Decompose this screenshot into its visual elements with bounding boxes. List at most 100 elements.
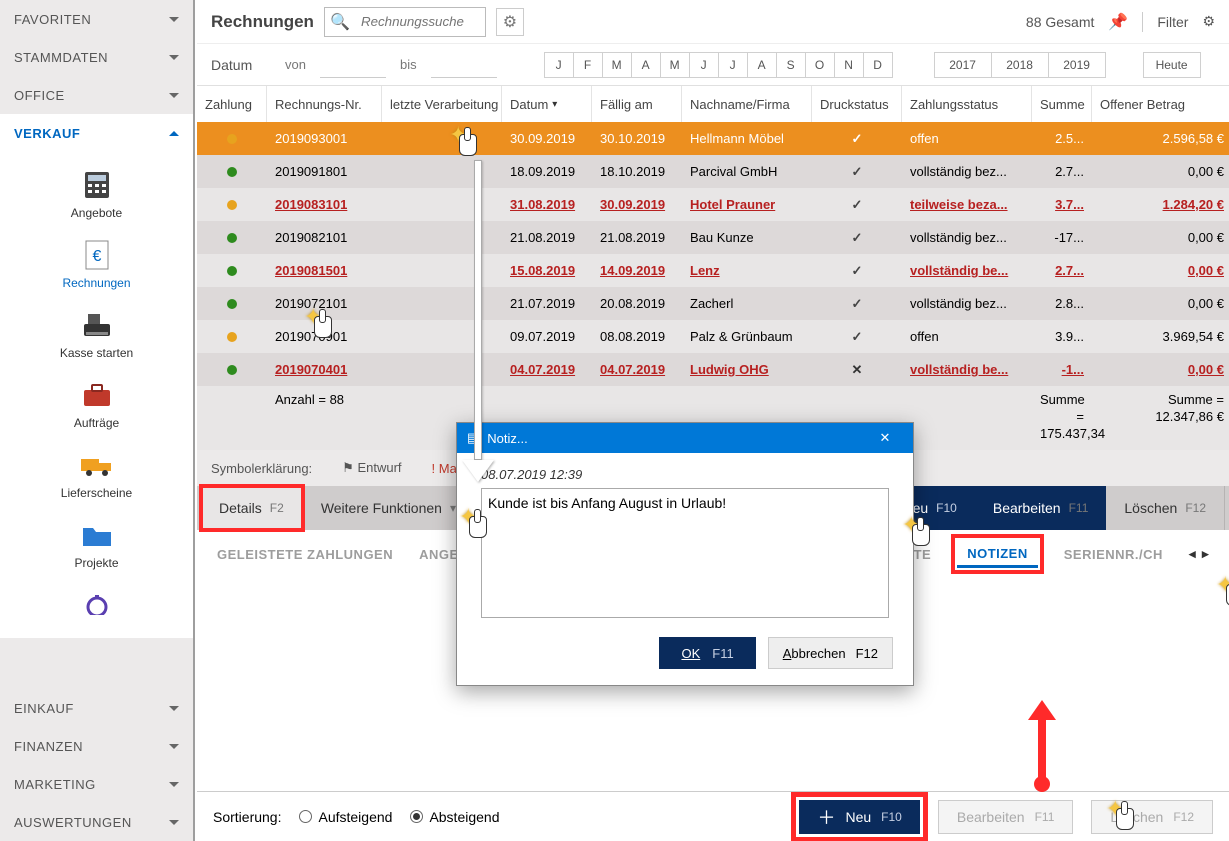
year-button[interactable]: 2018 [991,52,1049,78]
sidebar-item-rechnungen[interactable]: €Rechnungen [0,232,193,296]
month-button[interactable]: A [631,52,661,78]
tab-prev-icon[interactable]: ◂ [1189,546,1196,562]
settings-icon[interactable]: ⚙ [1202,13,1215,30]
note-icon: ▤ [467,430,479,446]
close-icon[interactable]: ✕ [867,430,903,446]
table-row[interactable]: 201907090109.07.201908.08.2019Palz & Grü… [197,320,1229,353]
svg-text:€: € [92,248,101,265]
month-button[interactable]: N [834,52,864,78]
search-box[interactable]: 🔍 [324,7,486,37]
sidebar-einkauf[interactable]: EINKAUF [0,689,193,727]
status-dot [227,167,237,177]
month-button[interactable]: A [747,52,777,78]
dialog-titlebar[interactable]: ▤ Notiz... ✕ [457,423,913,453]
date-from-label: von [285,57,306,72]
chevron-down-icon [169,17,179,22]
details-button[interactable]: DetailsF2 [201,486,303,530]
legend-entwurf: ⚑ Entwurf [342,460,401,476]
today-button[interactable]: Heute [1143,52,1201,78]
tab-next-icon[interactable]: ▸ [1202,546,1209,562]
sidebar-finanzen[interactable]: FINANZEN [0,727,193,765]
table-row[interactable]: 201907040104.07.201904.07.2019Ludwig OHG… [197,353,1229,386]
sum-summe: Summe =175.437,34 [1032,392,1092,443]
chevron-down-icon [169,706,179,711]
date-from-input[interactable] [320,52,386,78]
page-title: Rechnungen [211,12,314,32]
year-button[interactable]: 2017 [934,52,992,78]
column-header[interactable]: Zahlungsstatus [902,86,1032,122]
truck-icon [79,453,115,477]
month-button[interactable]: O [805,52,835,78]
column-header[interactable]: Zahlung [197,86,267,122]
note-dialog: ▤ Notiz... ✕ 08.07.2019 12:39 OKF11 Abbr… [456,422,914,686]
sidebar-marketing[interactable]: MARKETING [0,765,193,803]
column-header[interactable]: Datum [502,86,592,122]
delete-button-top[interactable]: LöschenF12 [1106,486,1225,530]
sort-desc[interactable]: Absteigend [410,809,499,825]
year-button[interactable]: 2019 [1048,52,1106,78]
pin-icon[interactable]: 📌 [1108,12,1128,32]
row-count: Anzahl = 88 [267,392,382,407]
column-header[interactable]: Druckstatus [812,86,902,122]
delete-button-bottom[interactable]: LöschenF12 [1091,800,1213,834]
sidebar-auswertungen[interactable]: AUSWERTUNGEN [0,803,193,841]
date-to-input[interactable] [431,52,497,78]
sidebar-item-kasse[interactable]: Kasse starten [0,302,193,366]
tab-seriennr[interactable]: SERIENNR./CH [1064,547,1163,562]
folder-icon [81,522,113,548]
month-button[interactable]: J [689,52,719,78]
sort-label: Sortierung: [213,809,281,825]
table-row[interactable]: 201908210121.08.201921.08.2019Bau Kunze✓… [197,221,1229,254]
cancel-button[interactable]: AbbrechenF12 [768,637,893,669]
column-header[interactable]: Offener Betrag [1092,86,1229,122]
month-button[interactable]: J [718,52,748,78]
sort-asc[interactable]: Aufsteigend [299,809,392,825]
month-button[interactable]: M [602,52,632,78]
column-header[interactable]: Rechnungs-Nr. [267,86,382,122]
table-row[interactable]: 201908150115.08.201914.09.2019Lenz✓volls… [197,254,1229,287]
month-button[interactable]: D [863,52,893,78]
table-row[interactable]: 201909300130.09.201930.10.2019Hellmann M… [197,122,1229,155]
sidebar-item-angebote[interactable]: Angebote [0,162,193,226]
chevron-down-icon [169,93,179,98]
stopwatch-icon [82,595,112,615]
table-row[interactable]: 201909180118.09.201918.10.2019Parcival G… [197,155,1229,188]
gear-button[interactable]: ⚙ [496,8,524,36]
edit-button-bottom[interactable]: BearbeitenF11 [938,800,1074,834]
filter-button[interactable]: Filter [1157,14,1188,30]
sidebar-office[interactable]: OFFICE [0,76,193,114]
sidebar-item-auftraege[interactable]: Aufträge [0,372,193,436]
more-functions-button[interactable]: Weitere Funktionen▾ [303,486,475,530]
sidebar-favoriten[interactable]: FAVORITEN [0,0,193,38]
month-button[interactable]: J [544,52,574,78]
status-dot [227,266,237,276]
table-row[interactable]: 201907210121.07.201920.08.2019Zacherl✓vo… [197,287,1229,320]
note-textarea[interactable] [481,488,889,618]
new-button-bottom[interactable]: ＋NeuF10 [799,800,919,834]
month-button[interactable]: F [573,52,603,78]
month-button[interactable]: M [660,52,690,78]
tab-zahlungen[interactable]: GELEISTETE ZAHLUNGEN [217,547,393,562]
chevron-down-icon [169,782,179,787]
table-row[interactable]: 201908310131.08.201930.09.2019Hotel Prau… [197,188,1229,221]
sidebar-item-projekte[interactable]: Projekte [0,512,193,576]
status-dot [227,134,237,144]
edit-button-top[interactable]: BearbeitenF11 [975,486,1107,530]
sum-offen: Summe =12.347,86 € [1092,392,1229,426]
month-button[interactable]: S [776,52,806,78]
sidebar-verkauf[interactable]: VERKAUF [0,114,193,152]
sidebar-stammdaten[interactable]: STAMMDATEN [0,38,193,76]
column-header[interactable]: letzte Verarbeitung [382,86,502,122]
column-header[interactable]: Fällig am [592,86,682,122]
search-input[interactable] [355,8,485,36]
column-header[interactable]: Nachname/Firma [682,86,812,122]
ok-button[interactable]: OKF11 [659,637,755,669]
column-header[interactable]: Summe [1032,86,1092,122]
sidebar-item-more[interactable] [0,582,193,632]
dialog-title: Notiz... [487,431,527,446]
tab-notizen[interactable]: NOTIZEN [957,540,1038,568]
total-count: 88 Gesamt [1026,14,1094,30]
date-label: Datum [211,57,271,73]
status-dot [227,332,237,342]
sidebar-item-lieferscheine[interactable]: Lieferscheine [0,442,193,506]
